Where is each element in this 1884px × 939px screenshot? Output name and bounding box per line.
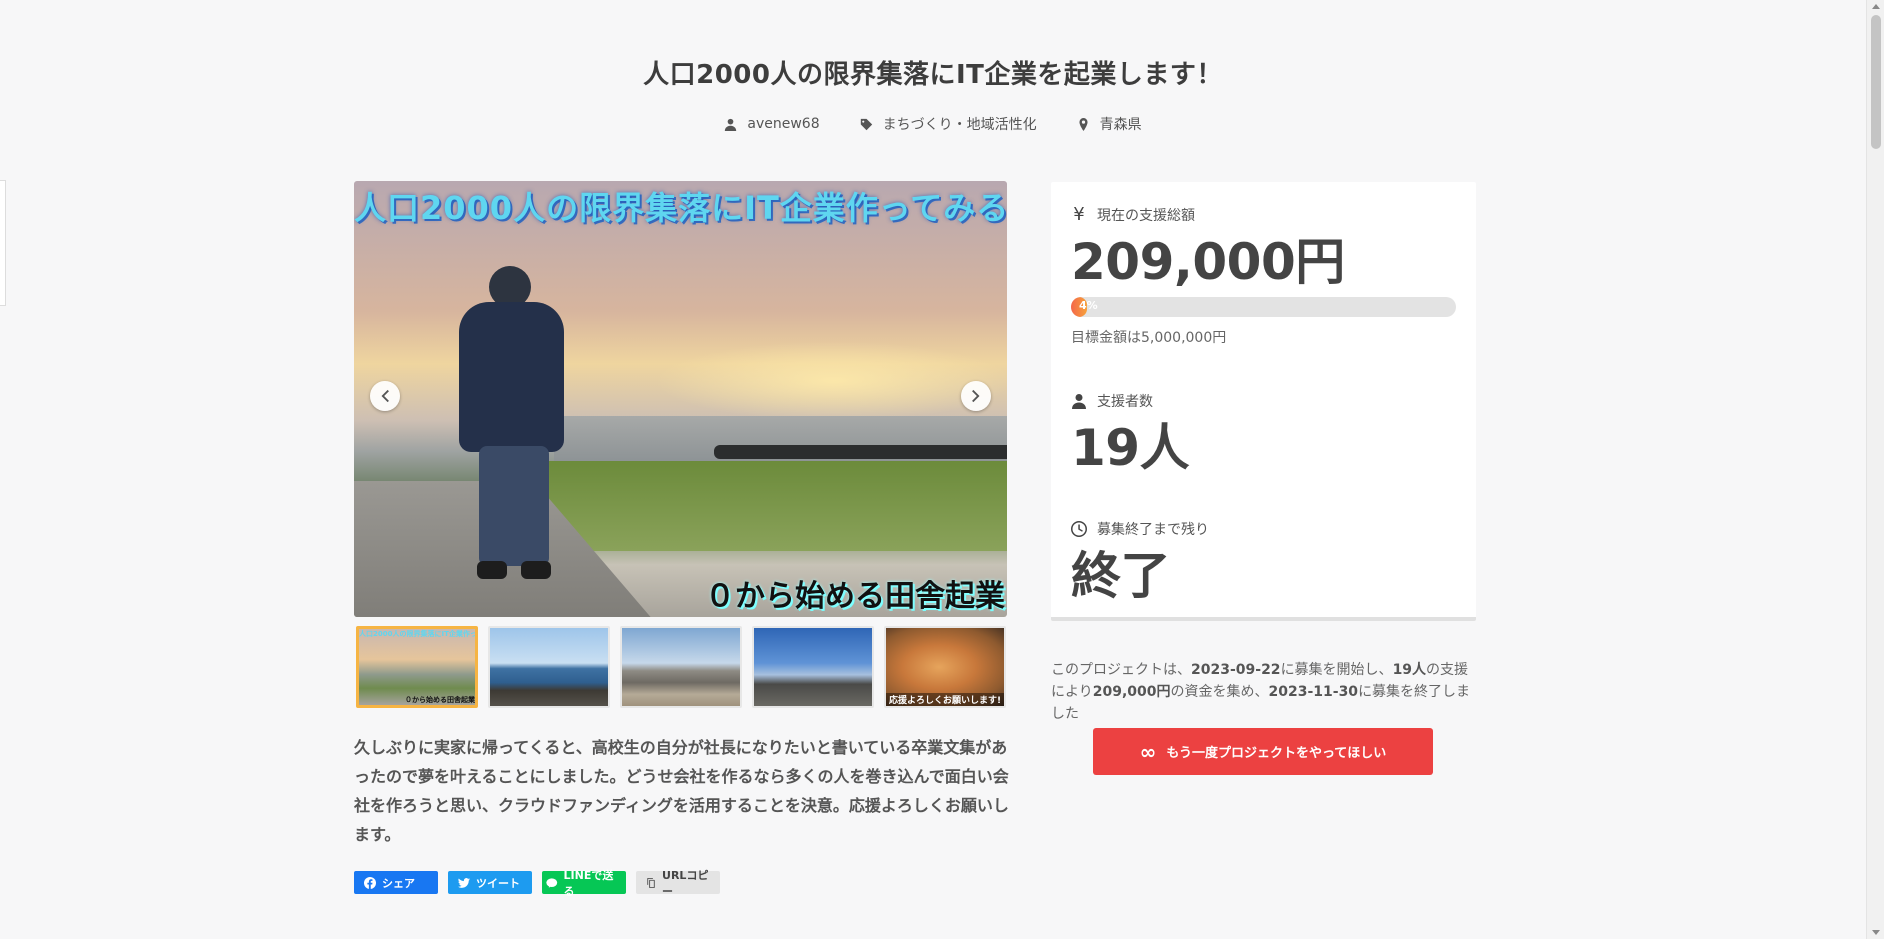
person-shoe xyxy=(477,561,507,579)
project-description: 久しぶりに実家に帰ってくると、高校生の自分が社長になりたいと書いている卒業文集が… xyxy=(354,738,1009,844)
meta-author[interactable]: avenew68 xyxy=(724,114,820,134)
yen-icon: ¥ xyxy=(1073,204,1085,225)
side-panel-edge[interactable] xyxy=(0,180,6,306)
thumbnail-strip: 人口2000人の限界集落にIT企業作ってみる ０から始める田舎起業 応援よろしく… xyxy=(356,626,1006,708)
image-overlay-title: 人口2000人の限界集落にIT企業作ってみる xyxy=(354,189,1007,227)
remaining-block: 募集終了まで残り 終了 xyxy=(1071,519,1456,607)
remaining-label-row: 募集終了まで残り xyxy=(1071,519,1456,539)
summary-backers: 19人 xyxy=(1392,662,1427,678)
thumbnail-5[interactable]: 応援よろしくお願いします! xyxy=(884,626,1006,708)
summary-text: このプロジェクトは、 xyxy=(1051,662,1191,678)
thumbnail-4[interactable] xyxy=(752,626,874,708)
twitter-share-button[interactable]: ツイート xyxy=(448,871,532,894)
thumbnail-1[interactable]: 人口2000人の限界集落にIT企業作ってみる ０から始める田舎起業 xyxy=(356,626,478,708)
image-overlay-subtitle: ０から始める田舎起業 xyxy=(705,579,1005,614)
breakwater xyxy=(714,445,1007,459)
author-name: avenew68 xyxy=(747,116,820,132)
chevron-right-icon xyxy=(972,389,980,403)
copy-icon xyxy=(647,877,655,888)
share-buttons: シェア ツイート LINEで送る URLコピー xyxy=(354,869,720,898)
thumbnail-caption: 人口2000人の限界集落にIT企業作ってみる xyxy=(359,630,477,638)
amount-value: 209,000円 xyxy=(1071,233,1345,291)
remaining-label: 募集終了まで残り xyxy=(1097,522,1209,538)
scroll-down-arrow[interactable] xyxy=(1872,930,1880,935)
person-jacket xyxy=(459,302,564,452)
line-share-label: LINEで送る xyxy=(563,868,614,898)
scrollbar-thumb[interactable] xyxy=(1871,15,1881,149)
twitter-bird-icon xyxy=(458,877,470,888)
summary-amount: 209,000円 xyxy=(1092,684,1171,700)
main-image[interactable]: 人口2000人の限界集落にIT企業作ってみる ０から始める田舎起業 xyxy=(354,181,1007,617)
category-name: まちづくり・地域活性化 xyxy=(882,117,1037,133)
project-summary: このプロジェクトは、2023-09-22に募集を開始し、19人の支援により209… xyxy=(1051,659,1476,725)
meta-category[interactable]: まちづくり・地域活性化 xyxy=(860,114,1037,134)
goal-amount: 目標金額は5,000,000円 xyxy=(1071,330,1227,346)
copy-url-label: URLコピー xyxy=(662,868,709,898)
request-rerun-button[interactable]: ∞ もう一度プロジェクトをやってほしい xyxy=(1093,728,1433,775)
funding-progress-bar: 4% xyxy=(1071,297,1456,317)
thumbnail-caption: 応援よろしくお願いします! xyxy=(886,693,1004,706)
user-icon xyxy=(1072,394,1086,409)
summary-text: に募集を開始し、 xyxy=(1280,662,1393,678)
summary-text: の資金を集め、 xyxy=(1170,684,1269,700)
infinity-icon: ∞ xyxy=(1139,739,1157,764)
prev-image-button[interactable] xyxy=(370,381,400,411)
thumbnail-2[interactable] xyxy=(488,626,610,708)
facebook-icon xyxy=(364,876,376,889)
backers-block: 支援者数 19人 xyxy=(1071,391,1456,479)
location-name: 青森県 xyxy=(1099,117,1142,133)
summary-end-date: 2023-11-30 xyxy=(1268,684,1359,700)
backers-label: 支援者数 xyxy=(1097,394,1153,410)
line-share-button[interactable]: LINEで送る xyxy=(542,869,626,898)
clock-icon xyxy=(1071,521,1087,537)
facebook-share-label: シェア xyxy=(382,876,415,890)
map-pin-icon xyxy=(1079,117,1088,131)
person-shoe xyxy=(521,561,551,579)
project-meta: avenew68 まちづくり・地域活性化 青森県 xyxy=(0,114,1866,134)
person-legs xyxy=(479,446,549,566)
funding-stats-card: ¥ 現在の支援総額 209,000円 4% 目標金額は5,000,000円 支援… xyxy=(1051,182,1476,621)
progress-percent: 4% xyxy=(1079,299,1098,312)
backers-label-row: 支援者数 xyxy=(1071,391,1456,411)
request-rerun-label: もう一度プロジェクトをやってほしい xyxy=(1166,746,1387,761)
page-title: 人口2000人の限界集落にIT企業を起業します！ xyxy=(643,60,1223,90)
tag-icon xyxy=(860,118,872,130)
copy-url-button[interactable]: URLコピー xyxy=(636,869,720,898)
user-icon xyxy=(725,118,737,131)
facebook-share-button[interactable]: シェア xyxy=(354,871,438,894)
amount-label: 現在の支援総額 xyxy=(1097,207,1195,224)
sunset-glow xyxy=(654,341,1007,421)
line-icon xyxy=(546,877,558,888)
next-image-button[interactable] xyxy=(961,381,991,411)
remaining-value: 終了 xyxy=(1071,547,1171,605)
thumbnail-caption: ０から始める田舎起業 xyxy=(405,696,475,704)
thumbnail-3[interactable] xyxy=(620,626,742,708)
chevron-left-icon xyxy=(381,389,389,403)
twitter-share-label: ツイート xyxy=(476,876,520,890)
scrollbar[interactable] xyxy=(1866,0,1884,939)
backers-value: 19人 xyxy=(1071,419,1190,477)
walking-person xyxy=(449,266,589,586)
summary-start-date: 2023-09-22 xyxy=(1191,662,1281,678)
amount-label-row: ¥ 現在の支援総額 xyxy=(1071,204,1456,225)
scroll-up-arrow[interactable] xyxy=(1872,4,1880,9)
meta-location[interactable]: 青森県 xyxy=(1077,114,1142,134)
